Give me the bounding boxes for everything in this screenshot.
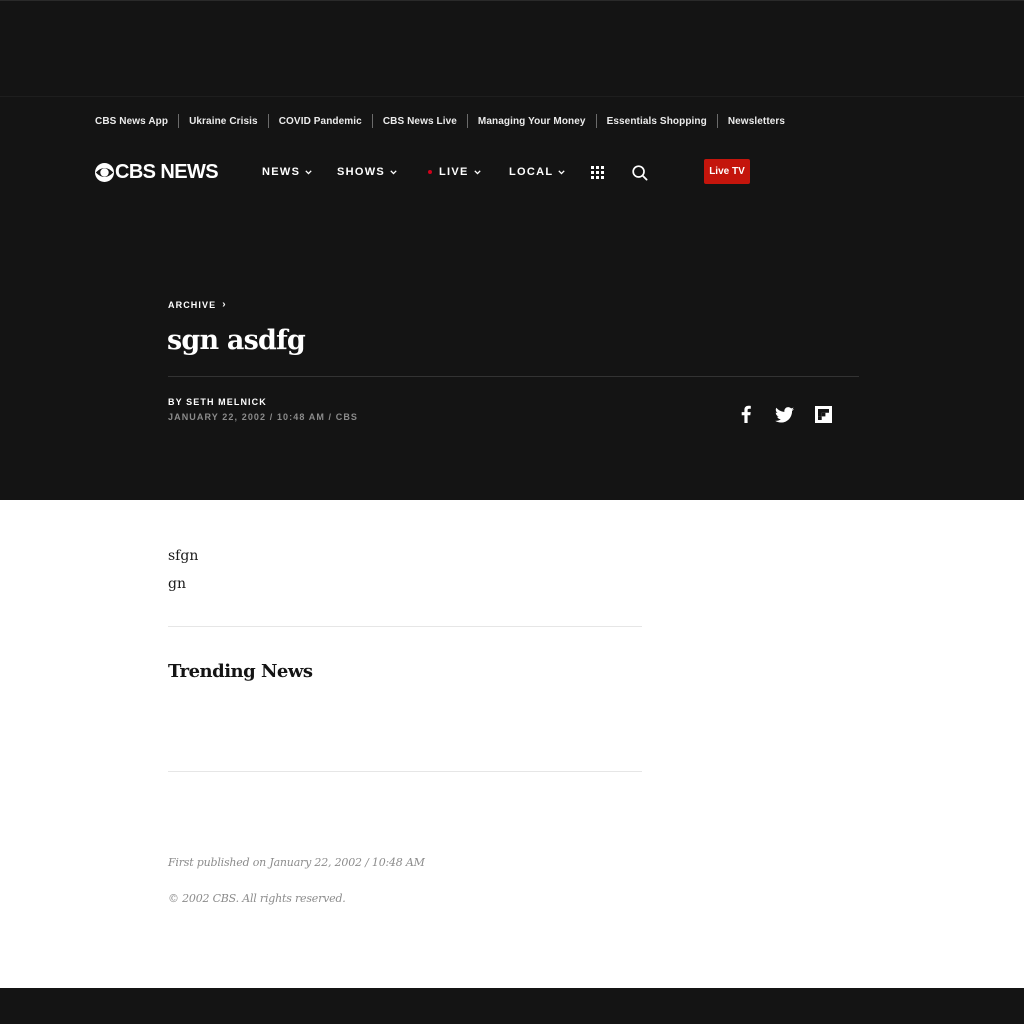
top-link-essentials-shopping[interactable]: Essentials Shopping: [607, 116, 707, 127]
nav-news[interactable]: NEWS: [262, 166, 312, 178]
live-tv-button[interactable]: Live TV: [704, 159, 750, 184]
divider: [168, 626, 642, 627]
top-link-cbs-news-live[interactable]: CBS News Live: [383, 116, 457, 127]
live-dot-icon: [428, 170, 432, 174]
top-link-newsletters[interactable]: Newsletters: [728, 116, 785, 127]
grid-dot: [601, 166, 604, 169]
grid-dot: [596, 166, 599, 169]
top-link-covid-pandemic[interactable]: COVID Pandemic: [279, 116, 362, 127]
divider: [716, 114, 718, 128]
grid-dot: [591, 171, 594, 174]
flipboard-icon[interactable]: [815, 406, 832, 423]
nav-local-label: LOCAL: [509, 166, 554, 178]
site-header: CBS News App Ukraine Crisis COVID Pandem…: [0, 96, 1024, 500]
nav-local[interactable]: LOCAL: [509, 166, 566, 178]
grid-dot: [596, 176, 599, 179]
nav-live[interactable]: LIVE: [428, 166, 481, 178]
body-paragraph: gn: [168, 576, 186, 592]
chevron-down-icon: [473, 169, 481, 175]
divider: [466, 114, 468, 128]
nav-live-label: LIVE: [439, 166, 469, 178]
facebook-icon[interactable]: [740, 405, 752, 423]
chevron-down-icon: [305, 169, 312, 175]
author-link[interactable]: SETH MELNICK: [186, 397, 267, 407]
cbs-eye-icon: [95, 162, 114, 182]
header-divider: [168, 376, 859, 377]
divider: [178, 114, 180, 128]
grid-dot: [601, 171, 604, 174]
grid-dot: [596, 171, 599, 174]
first-published-note: First published on January 22, 2002 / 10…: [168, 856, 425, 869]
nav-shows[interactable]: SHOWS: [337, 166, 397, 178]
article-body: sfgn gn: [168, 542, 198, 598]
copyright-note: © 2002 CBS. All rights reserved.: [168, 892, 346, 905]
top-links-bar: CBS News App Ukraine Crisis COVID Pandem…: [95, 113, 785, 129]
breadcrumb-label: ARCHIVE: [168, 299, 217, 310]
trending-news-heading: Trending News: [168, 661, 313, 682]
divider: [168, 771, 642, 772]
nav-shows-label: SHOWS: [337, 166, 386, 178]
chevron-right-icon: ›: [222, 299, 227, 310]
search-icon[interactable]: [632, 165, 648, 181]
nav-news-label: NEWS: [262, 166, 301, 178]
divider: [371, 114, 373, 128]
divider: [267, 114, 269, 128]
top-link-managing-your-money[interactable]: Managing Your Money: [478, 116, 586, 127]
chevron-down-icon: [390, 169, 397, 175]
grid-icon[interactable]: [591, 166, 604, 179]
grid-dot: [591, 176, 594, 179]
top-link-ukraine-crisis[interactable]: Ukraine Crisis: [189, 116, 258, 127]
divider: [595, 114, 597, 128]
byline-prefix: BY: [168, 397, 183, 407]
grid-dot: [591, 166, 594, 169]
article-headline: sgn asdfg: [167, 325, 306, 356]
main-nav: CBS NEWS NEWS SHOWS LIVE LOCAL Live TV: [95, 159, 755, 185]
twitter-icon[interactable]: [775, 407, 794, 423]
ad-band: [0, 0, 1024, 96]
cbs-news-logo[interactable]: CBS NEWS: [95, 161, 219, 183]
chevron-down-icon: [558, 169, 566, 175]
breadcrumb[interactable]: ARCHIVE ›: [168, 299, 227, 310]
byline: BY SETH MELNICK: [168, 397, 267, 407]
site-footer: [0, 988, 1024, 1024]
body-paragraph: sfgn: [168, 548, 199, 564]
logo-wordmark: CBS NEWS: [115, 161, 219, 183]
dateline: JANUARY 22, 2002 / 10:48 AM / CBS: [168, 412, 359, 422]
top-link-cbs-news-app[interactable]: CBS News App: [95, 116, 168, 127]
grid-dot: [601, 176, 604, 179]
